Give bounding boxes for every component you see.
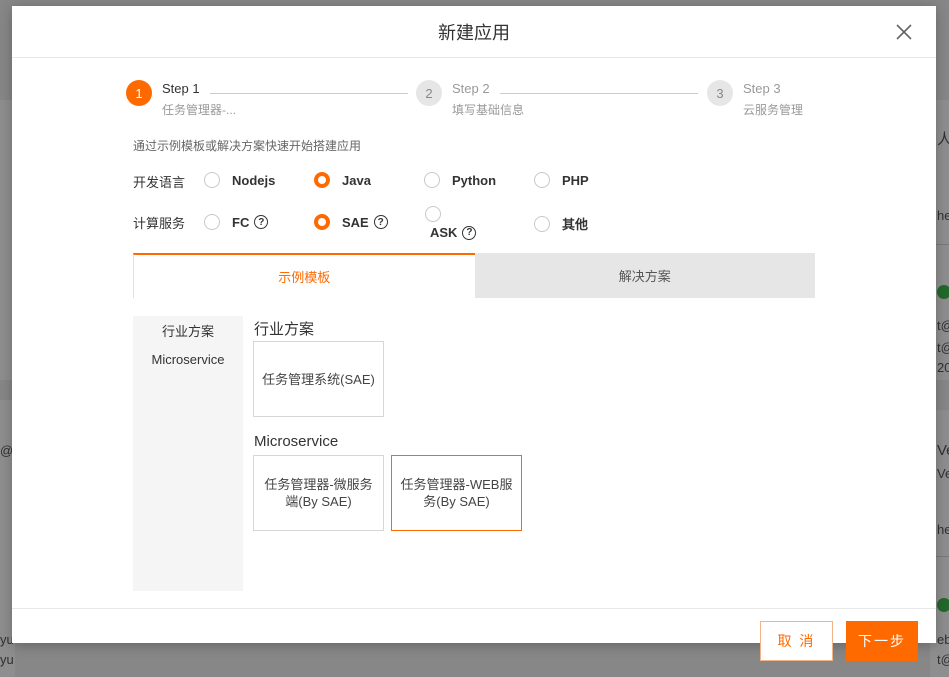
compute-label: 计算服务 [133, 216, 186, 231]
cancel-button[interactable]: 取 消 [760, 621, 833, 661]
step-title: Step 2 [452, 81, 490, 96]
sidebar-item-industry[interactable]: 行业方案 [133, 320, 243, 348]
help-icon[interactable]: ? [373, 215, 388, 229]
radio-circle-checked[interactable] [314, 214, 330, 230]
step-number: 3 [707, 80, 733, 106]
tab-solutions[interactable]: 解决方案 [474, 253, 815, 298]
step-indicator: 1 Step 1 任务管理器-... 2 Step 2 填写基础信息 3 Ste… [126, 80, 826, 124]
intro-text: 通过示例模板或解决方案快速开始搭建应用 [133, 139, 362, 153]
radio-label: SAE [342, 214, 369, 230]
radio-sae[interactable]: SAE ? [314, 214, 388, 230]
new-app-modal: 新建应用 1 Step 1 任务管理器-... 2 Step 2 填写基础信息 … [12, 6, 936, 661]
compute-row: 计算服务 [133, 213, 205, 232]
radio-ask-label-wrap: ASK ? [430, 225, 477, 240]
radio-python[interactable]: Python [424, 172, 496, 188]
radio-label: ASK [430, 225, 458, 240]
step-desc: 填写基础信息 [452, 103, 525, 117]
template-card-task-manager-sae[interactable]: 任务管理系统(SAE) [253, 341, 384, 417]
radio-other[interactable]: 其他 [534, 214, 588, 233]
language-label: 开发语言 [133, 175, 186, 190]
radio-ask[interactable]: ASK ? [425, 206, 477, 240]
radio-java[interactable]: Java [314, 172, 371, 188]
radio-label: 其他 [562, 217, 589, 232]
step-title: Step 3 [743, 81, 781, 96]
sidebar-item-microservice[interactable]: Microservice [133, 348, 243, 376]
radio-fc[interactable]: FC ? [204, 214, 269, 230]
step-3: 3 Step 3 云服务管理 [707, 80, 803, 119]
help-icon[interactable]: ? [254, 215, 269, 229]
modal-header: 新建应用 [12, 6, 936, 58]
radio-circle[interactable] [424, 172, 440, 188]
category-sidebar: 行业方案 Microservice [133, 316, 243, 591]
step-number: 2 [416, 80, 442, 106]
radio-label: PHP [562, 172, 589, 188]
radio-circle[interactable] [534, 215, 550, 232]
radio-php[interactable]: PHP [534, 172, 589, 188]
radio-circle[interactable] [534, 172, 550, 188]
step-text: Step 2 填写基础信息 [452, 80, 524, 119]
radio-label: Python [452, 172, 497, 188]
modal-title: 新建应用 [438, 22, 510, 43]
step-connector [210, 93, 408, 94]
step-text: Step 1 任务管理器-... [162, 80, 236, 119]
step-1: 1 Step 1 任务管理器-... [126, 80, 236, 119]
template-tabs: 示例模板 解决方案 [133, 253, 815, 298]
radio-circle[interactable] [204, 214, 220, 230]
next-step-button[interactable]: 下一步 [846, 621, 918, 661]
section-title-industry: 行业方案 [254, 321, 315, 338]
radio-circle[interactable] [425, 206, 441, 222]
radio-label: Java [342, 172, 371, 188]
radio-circle-checked[interactable] [314, 172, 330, 188]
step-connector [500, 93, 698, 94]
radio-label: FC [232, 214, 250, 230]
template-card-web-service[interactable]: 任务管理器-WEB服务(By SAE) [391, 455, 522, 531]
step-2: 2 Step 2 填写基础信息 [416, 80, 524, 119]
footer-divider [12, 608, 936, 609]
template-card-microservice[interactable]: 任务管理器-微服务端(By SAE) [253, 455, 384, 531]
help-icon[interactable]: ? [462, 225, 477, 240]
step-number: 1 [126, 80, 152, 106]
step-title: Step 1 [162, 81, 200, 96]
step-text: Step 3 云服务管理 [743, 80, 803, 119]
close-icon[interactable] [894, 22, 914, 42]
step-desc: 任务管理器-... [162, 103, 236, 117]
step-desc: 云服务管理 [743, 103, 804, 117]
radio-nodejs[interactable]: Nodejs [204, 172, 275, 188]
tab-templates[interactable]: 示例模板 [133, 253, 475, 298]
language-row: 开发语言 [133, 172, 205, 191]
radio-circle[interactable] [204, 172, 220, 188]
radio-label: Nodejs [232, 172, 276, 188]
section-title-microservice: Microservice [254, 433, 339, 450]
